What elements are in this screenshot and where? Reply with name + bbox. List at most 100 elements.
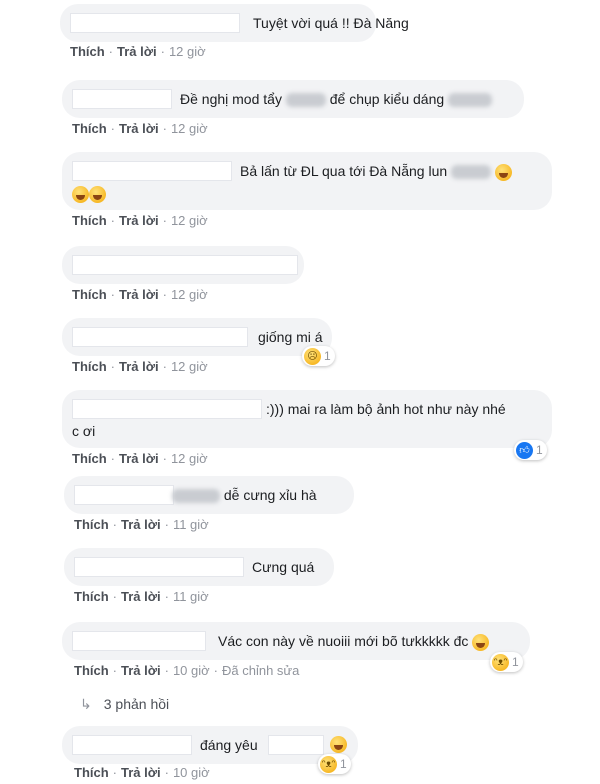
reply-link[interactable]: Trả lời <box>119 213 159 228</box>
comment-time[interactable]: 12 giờ <box>171 359 208 374</box>
redacted-author-name <box>74 485 174 505</box>
like-link[interactable]: Thích <box>74 765 109 780</box>
comment-actions: Thích · Trả lời · 10 giờ <box>74 765 210 780</box>
reply-arrow-icon: ↳ <box>80 696 92 712</box>
blurred-name <box>172 489 220 504</box>
comment-bubble <box>62 246 304 284</box>
redacted-author-name <box>74 557 244 577</box>
comment-bubble: giống mi á <box>62 318 332 356</box>
reaction-summary[interactable]: ᵔᴥᵔ 1 <box>490 652 523 672</box>
reaction-count: 1 <box>512 655 519 669</box>
comment-text-main: dễ cưng xỉu hà <box>223 487 317 503</box>
tired-face-emoji-icon <box>472 633 490 651</box>
reply-link[interactable]: Trả lời <box>117 44 157 59</box>
like-link[interactable]: Thích <box>72 213 107 228</box>
reply-link[interactable]: Trả lời <box>121 663 161 678</box>
like-link[interactable]: Thích <box>72 451 107 466</box>
like-link[interactable]: Thích <box>72 287 107 302</box>
comment-text: Cưng quá <box>252 559 315 575</box>
redacted-author-name <box>72 327 248 347</box>
comment-time[interactable]: 10 giờ <box>173 765 210 780</box>
reply-link[interactable]: Trả lời <box>119 121 159 136</box>
comment-bubble: Bả lấn từ ĐL qua tới Đà Nẵng lun <box>62 152 552 210</box>
blurred-name <box>285 93 326 108</box>
replies-count-label: 3 phản hồi <box>103 696 170 712</box>
edited-label: Đã chỉnh sửa <box>222 663 300 678</box>
view-replies-link[interactable]: ↳ 3 phản hồi <box>80 696 169 713</box>
comment-actions: Thích · Trả lời · 11 giờ <box>74 517 209 532</box>
redacted-author-name <box>72 631 206 651</box>
like-link[interactable]: Thích <box>74 663 109 678</box>
comment-text: Đề nghị mod tẩy để chụp kiểu dáng <box>180 88 493 110</box>
laughing-tears-emoji-icon <box>494 163 512 181</box>
haha-reaction-icon: ᵔᴥᵔ <box>320 755 337 773</box>
comment-text: dễ cưng xỉu hà <box>172 484 317 506</box>
comment-text-part-b: để chụp kiểu dáng <box>329 91 445 107</box>
redacted-author-name <box>70 13 240 33</box>
comment-actions: Thích · Trả lời · 11 giờ <box>74 589 209 604</box>
comment-actions: Thích · Trả lời · 12 giờ <box>72 121 208 136</box>
comment-time[interactable]: 12 giờ <box>169 44 206 59</box>
like-link[interactable]: Thích <box>70 44 105 59</box>
reaction-summary[interactable]: 👍︎ 1 <box>514 440 547 460</box>
comment-bubble: Tuyệt vời quá !! Đà Năng <box>60 4 409 42</box>
comment-bubble: dễ cưng xỉu hà <box>64 476 354 514</box>
reply-link[interactable]: Trả lời <box>121 589 161 604</box>
comment-actions: Thích · Trả lời · 12 giờ <box>72 287 208 302</box>
reply-link[interactable]: Trả lời <box>119 451 159 466</box>
comment-actions: Thích · Trả lời · 10 giờ · Đã chỉnh sửa <box>74 663 300 678</box>
comment-text-line1: :))) mai ra làm bộ ảnh hot như này nhé <box>266 401 506 417</box>
comment-actions: Thích · Trả lời · 12 giờ <box>70 44 206 59</box>
reaction-summary[interactable]: ☹ 1 <box>302 346 335 366</box>
comment-text-part-a: Đề nghị mod tẩy <box>180 91 282 107</box>
comment-text: giống mi á <box>258 329 323 345</box>
like-link[interactable]: Thích <box>72 121 107 136</box>
redacted-author-name <box>72 89 172 109</box>
like-link[interactable]: Thích <box>72 359 107 374</box>
redacted-author-name <box>72 255 298 275</box>
comment-bubble: Cưng quá <box>64 548 334 586</box>
redacted-author-name <box>72 161 232 181</box>
reply-link[interactable]: Trả lời <box>119 359 159 374</box>
comment-text-main: Bả lấn từ ĐL qua tới Đà Nẵng lun <box>240 163 448 179</box>
like-link[interactable]: Thích <box>74 517 109 532</box>
reply-link[interactable]: Trả lời <box>121 765 161 780</box>
comment-text: Tuyệt vời quá !! Đà Năng <box>253 15 409 31</box>
reaction-summary[interactable]: ᵔᴥᵔ 1 <box>318 754 351 774</box>
redacted-mention <box>268 735 324 755</box>
comment-time[interactable]: 11 giờ <box>173 589 209 604</box>
comment-text-main: Vác con này về nuoiii mới bõ tưkkkkk đc <box>218 633 469 649</box>
comment-time[interactable]: 12 giờ <box>171 121 208 136</box>
sad-reaction-icon: ☹ <box>304 347 321 365</box>
comment-text: đáng yêu <box>200 737 258 753</box>
emoji-row <box>72 182 106 204</box>
reaction-count: 1 <box>536 443 543 457</box>
like-reaction-icon: 👍︎ <box>516 441 533 459</box>
comment-text-line2: c ơi <box>72 423 96 439</box>
laughing-tears-emoji-icon <box>72 185 89 203</box>
redacted-author-name <box>72 735 192 755</box>
reply-link[interactable]: Trả lời <box>121 517 161 532</box>
comment-bubble: đáng yêu <box>62 726 358 764</box>
comment-actions: Thích · Trả lời · 12 giờ <box>72 213 208 228</box>
haha-reaction-icon: ᵔᴥᵔ <box>492 653 509 671</box>
comment-time[interactable]: 12 giờ <box>171 213 208 228</box>
laughing-tears-emoji-icon <box>89 185 106 203</box>
reply-link[interactable]: Trả lời <box>119 287 159 302</box>
comment-time[interactable]: 11 giờ <box>173 517 209 532</box>
like-link[interactable]: Thích <box>74 589 109 604</box>
comment-bubble: :))) mai ra làm bộ ảnh hot như này nhé c… <box>62 390 552 448</box>
comment-actions: Thích · Trả lời · 12 giờ <box>72 451 208 466</box>
comment-time[interactable]: 10 giờ <box>173 663 210 678</box>
comment-text: Bả lấn từ ĐL qua tới Đà Nẵng lun <box>240 160 512 182</box>
reaction-count: 1 <box>340 757 347 771</box>
blurred-name <box>451 165 492 180</box>
comment-time[interactable]: 12 giờ <box>171 451 208 466</box>
comment-time[interactable]: 12 giờ <box>171 287 208 302</box>
blurred-name <box>448 93 493 108</box>
reaction-count: 1 <box>324 349 331 363</box>
smile-emoji-icon <box>330 736 347 753</box>
comment-text: Vác con này về nuoiii mới bõ tưkkkkk đc <box>218 630 490 652</box>
comment-bubble: Đề nghị mod tẩy để chụp kiểu dáng <box>62 80 524 118</box>
comment-bubble: Vác con này về nuoiii mới bõ tưkkkkk đc <box>62 622 530 660</box>
